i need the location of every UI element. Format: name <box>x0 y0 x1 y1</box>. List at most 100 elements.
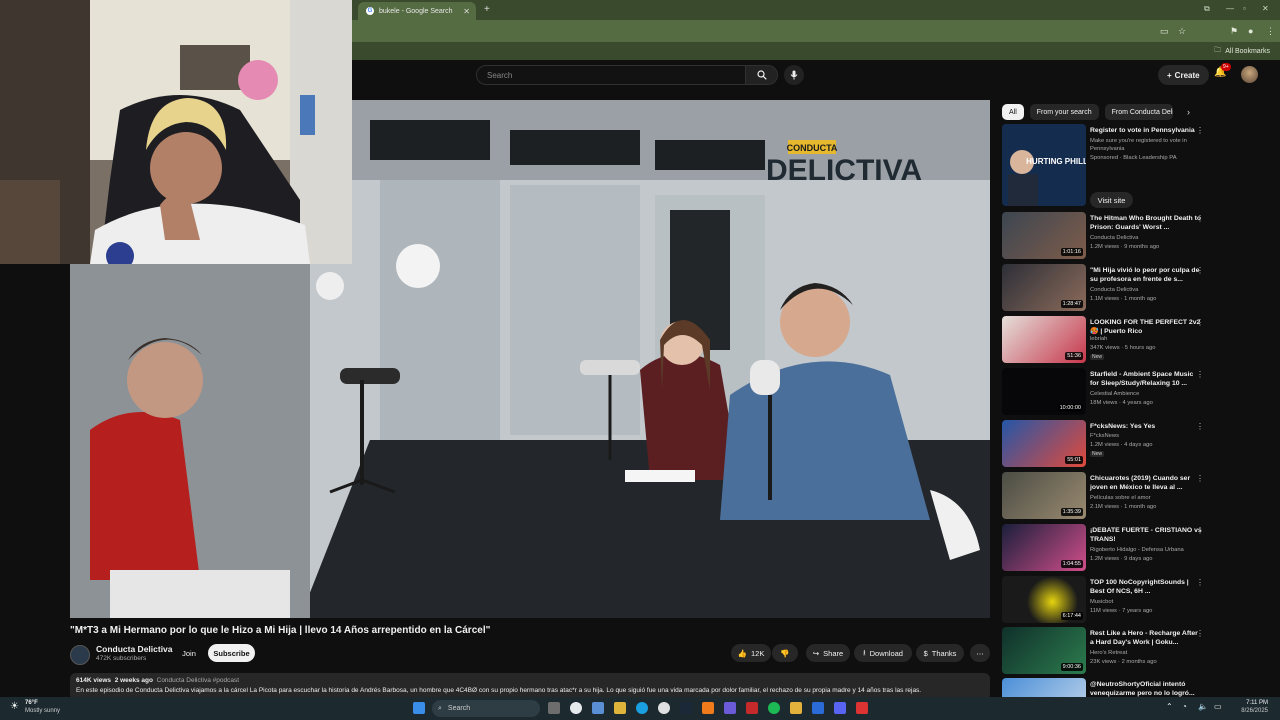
chip-from-your-search[interactable]: From your search <box>1029 104 1099 120</box>
account-avatar[interactable] <box>1241 66 1258 83</box>
browser-icon[interactable] <box>658 702 670 714</box>
wifi-icon[interactable]: ◔ <box>1182 702 1187 711</box>
download-button[interactable]: ⭳ Download <box>854 644 912 662</box>
edge-icon[interactable] <box>636 702 648 714</box>
create-label: Create <box>1174 70 1200 80</box>
app-icon[interactable] <box>592 702 604 714</box>
chip-all[interactable]: All <box>1002 104 1024 120</box>
rec-title: "Mi Hija vivió lo peor por culpa de su p… <box>1090 267 1200 283</box>
search-input[interactable]: Search <box>476 65 746 85</box>
task-view-icon[interactable] <box>548 702 560 714</box>
clock-time[interactable]: 7:11 PM <box>1236 700 1268 706</box>
more-vert-icon[interactable]: ⋮ <box>1196 629 1204 638</box>
tray-chevron-icon[interactable]: ⌃ <box>1166 702 1173 711</box>
more-vert-icon[interactable]: ⋮ <box>1196 214 1204 223</box>
window-switch-icon[interactable]: ⧉ <box>1204 4 1210 14</box>
app-icon[interactable] <box>812 702 824 714</box>
notifications-button[interactable]: 🔔 9+ <box>1214 63 1231 78</box>
description-text: En este episodio de Conducta Delictiva v… <box>76 687 922 694</box>
rec-duration: 1:28:47 <box>1060 300 1083 308</box>
dislike-button[interactable]: 👎 <box>772 644 798 662</box>
app-icon[interactable] <box>746 702 758 714</box>
rec-item[interactable]: 1:01:16 The Hitman Who Brought Death to … <box>1002 212 1212 262</box>
channel-avatar[interactable] <box>70 645 90 665</box>
tab-google-search[interactable]: G bukele - Google Search ✕ <box>358 2 476 20</box>
chip-from-channel[interactable]: From Conducta Delictiva <box>1104 104 1173 120</box>
chrome-icon[interactable] <box>570 702 582 714</box>
rec-item[interactable]: 1:28:47 "Mi Hija vivió lo peor por culpa… <box>1002 264 1212 314</box>
sponsored-thumbnail[interactable]: HURTING PHILLY. <box>1002 124 1086 206</box>
folder-icon[interactable] <box>790 702 802 714</box>
like-button[interactable]: 👍 12K <box>731 644 771 662</box>
maximize-icon[interactable]: ▫ <box>1243 4 1246 13</box>
volume-icon[interactable]: 🔈 <box>1198 702 1208 711</box>
sponsored-line3: Sponsored · Black Leadership PA <box>1090 155 1177 161</box>
channel-name[interactable]: Conducta Delictiva <box>96 644 173 654</box>
video-description[interactable]: 614K views 2 weeks ago Conducta Delictiv… <box>70 673 990 700</box>
sponsored-thumbnail-art: HURTING PHILLY. <box>1002 124 1086 206</box>
more-horizontal-icon: ⋯ <box>976 648 984 658</box>
notification-badge: 9+ <box>1221 63 1231 71</box>
more-vert-icon[interactable]: ⋮ <box>1196 126 1204 135</box>
rec-item[interactable]: 55:01 F*cksNews: Yes Yes F*cksNews 1.2M … <box>1002 420 1212 470</box>
extensions-icon[interactable]: ⚑ <box>1230 26 1238 37</box>
all-bookmarks[interactable]: 🗀 All Bookmarks <box>1214 46 1270 57</box>
bookmark-star-icon[interactable]: ☆ <box>1178 26 1186 37</box>
rec-meta: 1.1M views · 1 month ago <box>1090 296 1157 302</box>
more-vert-icon[interactable]: ⋮ <box>1196 526 1204 535</box>
more-vert-icon[interactable]: ⋮ <box>1196 474 1204 483</box>
voice-search-button[interactable] <box>784 65 804 85</box>
file-explorer-icon[interactable] <box>614 702 626 714</box>
thanks-button[interactable]: $ Thanks <box>916 644 964 662</box>
battery-icon[interactable]: ▭ <box>1214 702 1222 711</box>
obs-icon[interactable] <box>856 702 868 714</box>
more-vert-icon[interactable]: ⋮ <box>1196 318 1204 327</box>
close-tab-icon[interactable]: ✕ <box>463 7 470 16</box>
rec-item[interactable]: 1:04:55 ¡DEBATE FUERTE - CRISTIANO vs TR… <box>1002 524 1212 574</box>
visit-site-button[interactable]: Visit site <box>1090 192 1133 208</box>
search-button[interactable] <box>746 65 778 85</box>
cast-icon[interactable]: ▭ <box>1160 26 1169 37</box>
more-vert-icon[interactable]: ⋮ <box>1196 422 1204 431</box>
browser-menu-icon[interactable]: ⋮ <box>1266 26 1275 37</box>
weather-temp[interactable]: 76°F <box>25 700 38 706</box>
minimize-icon[interactable]: — <box>1226 4 1234 13</box>
close-window-icon[interactable]: ✕ <box>1262 4 1269 13</box>
sponsored-thumb-text: HURTING PHILLY. <box>1026 157 1086 166</box>
rec-item[interactable]: 10:00:00 Starfield - Ambient Space Music… <box>1002 368 1212 418</box>
profile-icon[interactable]: ● <box>1248 26 1253 36</box>
rec-title: F*cksNews: Yes Yes <box>1090 423 1156 430</box>
create-button[interactable]: + Create <box>1158 65 1209 85</box>
share-label: Share <box>823 648 844 658</box>
more-vert-icon[interactable]: ⋮ <box>1196 578 1204 587</box>
rec-item[interactable]: @NeutroShortyOficial intentó venequizarm… <box>1002 678 1212 697</box>
taskbar-search[interactable]: ⌕ Search <box>432 700 540 717</box>
spotify-icon[interactable] <box>768 702 780 714</box>
subscribe-button[interactable]: Subscribe <box>208 644 255 662</box>
rec-item[interactable]: 1:35:39 Chicuarotes (2019) Cuando ser jo… <box>1002 472 1212 522</box>
plus-icon: + <box>1167 70 1172 80</box>
join-button[interactable]: Join <box>176 644 202 662</box>
windows-start-icon[interactable] <box>413 702 425 714</box>
share-button[interactable]: ↪ Share <box>806 644 850 662</box>
rec-item[interactable]: 9:00:36 Rest Like a Hero - Recharge Afte… <box>1002 627 1212 677</box>
steam-icon[interactable] <box>680 702 692 714</box>
more-actions-button[interactable]: ⋯ <box>970 644 990 662</box>
rec-item[interactable]: 51:36 LOOKING FOR THE PERFECT 2v2 🥵 | Pu… <box>1002 316 1212 366</box>
folder-icon: 🗀 <box>1214 47 1222 54</box>
sponsored-item[interactable]: HURTING PHILLY. Register to vote in Penn… <box>1002 124 1212 212</box>
thumbs-up-icon: 👍 <box>737 648 747 658</box>
more-vert-icon[interactable]: ⋮ <box>1196 266 1204 275</box>
more-vert-icon[interactable]: ⋮ <box>1196 370 1204 379</box>
rec-thumbnail: 6:17:44 <box>1002 576 1086 623</box>
rec-meta: 347K views · 5 hours ago <box>1090 345 1156 351</box>
rec-thumbnail: 1:35:39 <box>1002 472 1086 519</box>
rec-thumbnail: 55:01 <box>1002 420 1086 467</box>
app-icon[interactable] <box>724 702 736 714</box>
discord-icon[interactable] <box>834 702 846 714</box>
new-tab-icon[interactable]: + <box>484 4 490 15</box>
rec-item[interactable]: 6:17:44 TOP 100 NoCopyrightSounds | Best… <box>1002 576 1212 626</box>
app-icon[interactable] <box>702 702 714 714</box>
chevron-right-icon[interactable]: › <box>1187 107 1190 117</box>
sponsored-title: Register to vote in Pennsylvania <box>1090 127 1195 134</box>
